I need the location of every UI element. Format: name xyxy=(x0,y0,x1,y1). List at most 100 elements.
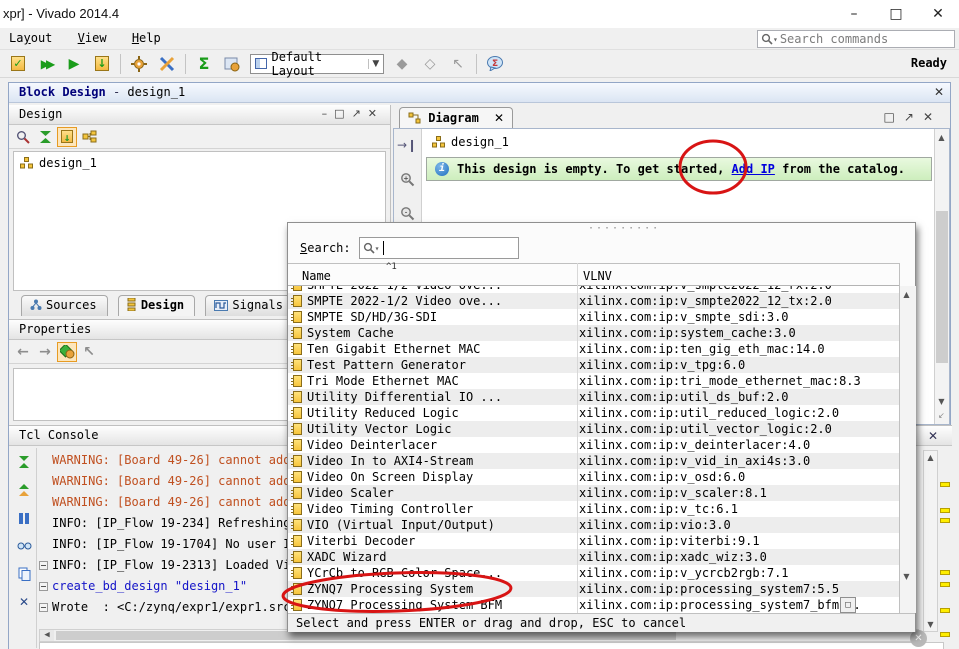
export-button[interactable]: ↓ xyxy=(90,53,114,75)
scroll-to-end-icon[interactable] xyxy=(14,452,34,472)
ip-list-row[interactable]: Test Pattern Generator xilinx.com:ip:v_t… xyxy=(288,357,899,373)
design-tree-item[interactable]: design_1 xyxy=(20,156,385,170)
tcl-command-input[interactable] xyxy=(39,642,944,649)
diagram-design-label: design_1 xyxy=(432,135,509,149)
scroll-left-arrow-icon[interactable]: ◀ xyxy=(40,630,54,641)
popup-drag-handle[interactable]: ········· xyxy=(588,223,660,234)
ip-list-row[interactable]: Video Scaler xilinx.com:ip:v_scaler:8.1 xyxy=(288,485,899,501)
menu-help[interactable]: Help xyxy=(132,31,161,45)
ip-chip-icon xyxy=(293,519,302,531)
ip-list-row[interactable]: XADC Wizard xilinx.com:ip:xadc_wiz:3.0 xyxy=(288,549,899,565)
maximize-button[interactable]: □ xyxy=(877,0,915,28)
scroll-up-icon[interactable] xyxy=(14,480,34,500)
tab-diagram[interactable]: Diagram ✕ xyxy=(399,107,513,129)
resize-corner-icon[interactable]: ↙ xyxy=(935,409,948,422)
ip-list-row[interactable]: VIO (Virtual Input/Output) xilinx.com:ip… xyxy=(288,517,899,533)
tab-sources[interactable]: Sources xyxy=(21,295,108,316)
block-design-title: Block Design xyxy=(19,85,106,99)
ip-list-row[interactable]: Video In to AXI4-Stream xilinx.com:ip:v_… xyxy=(288,453,899,469)
tcl-vertical-scrollbar[interactable]: ▲ ▼ xyxy=(923,450,938,632)
tools-icon[interactable] xyxy=(155,53,179,75)
search-commands-input[interactable]: ▾ Search commands xyxy=(757,30,955,48)
ip-list-row-circled[interactable]: ZYNQ7 Processing System xilinx.com:ip:pr… xyxy=(288,581,899,597)
expand-all-icon[interactable] xyxy=(35,127,55,147)
ip-list-row[interactable]: YCrCb to RGB Color-Space... xilinx.com:i… xyxy=(288,565,899,581)
info-text-prefix: This design is empty. To get started, xyxy=(457,162,732,176)
layout-selector[interactable]: Default Layout ▼ xyxy=(250,54,384,74)
search-tree-icon[interactable] xyxy=(13,127,33,147)
project-settings-button[interactable] xyxy=(220,53,244,75)
ip-list-row[interactable]: Viterbi Decoder xilinx.com:ip:viterbi:9.… xyxy=(288,533,899,549)
menu-view[interactable]: View xyxy=(78,31,107,45)
diagram-window-controls[interactable]: □↗✕ xyxy=(884,110,942,124)
run-button[interactable]: ▶ xyxy=(62,53,86,75)
zoom-in-icon[interactable]: + xyxy=(397,169,417,189)
ip-list-row[interactable]: Video On Screen Display xilinx.com:ip:v_… xyxy=(288,469,899,485)
layout-icon xyxy=(255,58,267,69)
reports-sigma-button[interactable]: Σ xyxy=(192,53,216,75)
scroll-down-arrow-icon[interactable]: ▼ xyxy=(900,570,913,583)
pause-output-icon[interactable] xyxy=(14,508,34,528)
ip-catalog-popup: ········· Search: ▾ Name ^1 VLNV SMPTE 2… xyxy=(287,222,916,632)
properties-gear-icon-selected[interactable] xyxy=(57,342,77,362)
back-arrow-icon[interactable]: ← xyxy=(13,342,33,362)
ip-search-input[interactable]: ▾ xyxy=(359,237,519,259)
svg-text:+: + xyxy=(403,173,408,182)
run-flow-button[interactable]: ▶▶ xyxy=(34,53,58,75)
warning-marker-icon xyxy=(940,518,950,523)
tcl-console-close-icon[interactable]: ✕ xyxy=(928,429,938,443)
scroll-down-arrow-icon[interactable]: ▼ xyxy=(935,395,948,408)
column-header-name[interactable]: Name xyxy=(302,269,331,283)
scroll-up-arrow-icon[interactable]: ▲ xyxy=(935,131,948,144)
add-ip-link[interactable]: Add IP xyxy=(732,162,775,176)
diagram-icon xyxy=(408,112,421,124)
dismiss-message-icon[interactable]: ✕ xyxy=(910,630,927,647)
zoom-out-icon[interactable]: - xyxy=(397,203,417,223)
help-bubble-icon[interactable]: Σ xyxy=(483,53,507,75)
select-cursor-icon-disabled: ↖ xyxy=(446,53,470,75)
minimize-button[interactable]: – xyxy=(835,0,873,28)
ip-list-row[interactable]: Utility Differential IO ... xilinx.com:i… xyxy=(288,389,899,405)
hierarchy-view-icon[interactable] xyxy=(79,127,99,147)
forward-arrow-icon[interactable]: → xyxy=(35,342,55,362)
copy-icon[interactable] xyxy=(14,564,34,584)
settings-gear-icon[interactable] xyxy=(127,53,151,75)
column-header-vlnv[interactable]: VLNV xyxy=(583,269,612,283)
collapse-all-icon-selected[interactable]: ↓ xyxy=(57,127,77,147)
ip-list-row[interactable]: SMPTE 2022-1/2 Video ove... xilinx.com:i… xyxy=(288,286,899,293)
diagram-vertical-scrollbar[interactable]: ▲ ▼ ↙ xyxy=(934,129,949,424)
ip-chip-icon xyxy=(293,471,302,483)
svg-text:Σ: Σ xyxy=(492,59,498,69)
ip-list-row[interactable]: SMPTE SD/HD/3G-SDI xilinx.com:ip:v_smpte… xyxy=(288,309,899,325)
tab-signals[interactable]: Signals xyxy=(205,295,294,316)
diagram-tab-close-icon[interactable]: ✕ xyxy=(494,111,504,125)
scroll-down-arrow-icon[interactable]: ▼ xyxy=(924,618,937,631)
block-design-close-icon[interactable]: ✕ xyxy=(934,85,944,99)
find-icon[interactable] xyxy=(14,536,34,556)
ip-list-row[interactable]: ZYNQ7 Processing System BFM xilinx.com:i… xyxy=(288,597,899,613)
ip-list-row[interactable]: Utility Reduced Logic xilinx.com:ip:util… xyxy=(288,405,899,421)
ip-list-row[interactable]: Utility Vector Logic xilinx.com:ip:util_… xyxy=(288,421,899,437)
ip-list-row[interactable]: Tri Mode Ethernet MAC xilinx.com:ip:tri_… xyxy=(288,373,899,389)
ip-chip-icon xyxy=(293,423,302,435)
dock-icon[interactable]: →❙ xyxy=(397,135,417,155)
save-design-button[interactable]: ✓ xyxy=(6,53,30,75)
maximize-table-icon[interactable]: □ xyxy=(840,597,856,613)
select-arrow-icon[interactable]: ↖ xyxy=(79,342,99,362)
ip-list-row[interactable]: System Cache xilinx.com:ip:system_cache:… xyxy=(288,325,899,341)
design-tab-icon xyxy=(127,298,137,311)
scroll-up-arrow-icon[interactable]: ▲ xyxy=(900,288,913,301)
ip-list-row[interactable]: Ten Gigabit Ethernet MAC xilinx.com:ip:t… xyxy=(288,341,899,357)
search-icon xyxy=(761,33,773,45)
close-button[interactable]: ✕ xyxy=(919,0,957,28)
design-panel-window-controls[interactable]: –□↗✕ xyxy=(322,107,384,120)
clear-console-icon[interactable]: ✕ xyxy=(14,592,34,612)
ip-list-row[interactable]: Video Deinterlacer xilinx.com:ip:v_deint… xyxy=(288,437,899,453)
menu-layout[interactable]: Layout xyxy=(9,31,52,45)
scroll-up-arrow-icon[interactable]: ▲ xyxy=(924,451,937,464)
block-design-name: design_1 xyxy=(127,85,185,99)
tab-design[interactable]: Design xyxy=(118,295,195,316)
ip-list-row[interactable]: Video Timing Controller xilinx.com:ip:v_… xyxy=(288,501,899,517)
ip-list-row[interactable]: SMPTE 2022-1/2 Video ove... xilinx.com:i… xyxy=(288,293,899,309)
ip-list-scrollbar[interactable]: ▲ ▼ xyxy=(900,286,916,613)
